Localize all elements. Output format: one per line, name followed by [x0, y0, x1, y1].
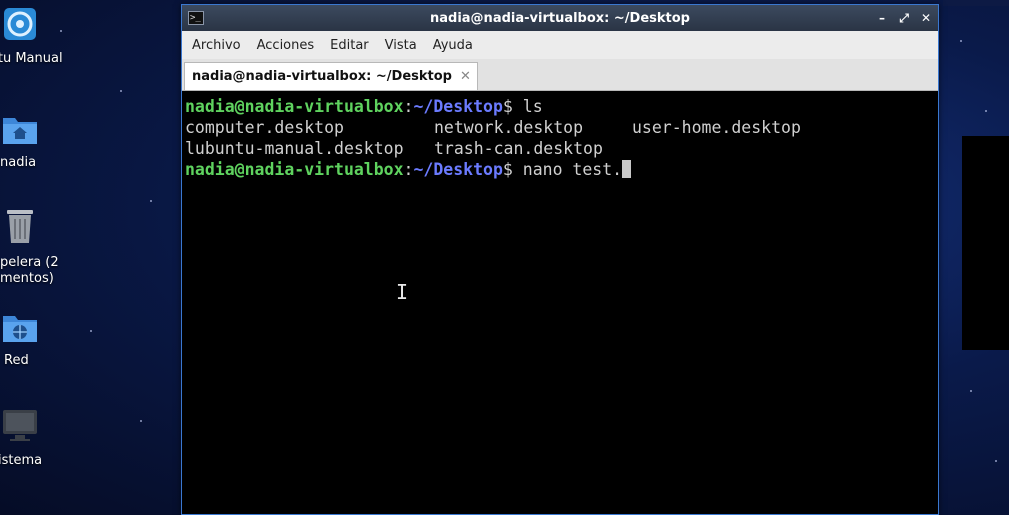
star — [960, 40, 962, 42]
prompt-path: ~/Desktop — [413, 160, 503, 179]
menu-bar: Archivo Acciones Editar Vista Ayuda — [182, 31, 938, 59]
prompt-separator: : — [403, 97, 414, 116]
desktop-icon-label: nadia — [0, 155, 37, 170]
star — [60, 30, 62, 32]
tab-bar: nadia@nadia-virtualbox: ~/Desktop ✕ — [182, 59, 938, 91]
command-text: ls — [512, 97, 543, 116]
window-title: nadia@nadia-virtualbox: ~/Desktop — [430, 10, 690, 26]
star — [90, 330, 92, 332]
background-window-edge — [962, 136, 1009, 350]
star — [120, 90, 122, 92]
terminal-line: lubuntu-manual.desktop trash-can.desktop — [185, 138, 935, 159]
terminal-app-icon: >_ — [188, 11, 204, 25]
menu-ayuda[interactable]: Ayuda — [427, 38, 479, 53]
trash-icon — [7, 210, 33, 243]
computer-icon — [3, 410, 37, 441]
terminal-output[interactable]: nadia@nadia-virtualbox:~/Desktop$ ls com… — [182, 92, 938, 514]
minimize-button[interactable]: – — [876, 11, 888, 25]
desktop-icon-label: pelera (2 — [0, 255, 59, 270]
home-folder-icon — [3, 118, 37, 144]
menu-archivo[interactable]: Archivo — [186, 38, 247, 53]
file-entry: network.desktop — [434, 118, 584, 137]
terminal-line: computer.desktop network.desktop user-home… — [185, 117, 935, 138]
menu-vista[interactable]: Vista — [379, 38, 423, 53]
file-entry: user-home.desktop — [632, 118, 801, 137]
desktop-icon-network[interactable]: Red — [0, 308, 50, 369]
prompt-user: nadia@nadia-virtualbox — [185, 97, 404, 116]
menu-acciones[interactable]: Acciones — [251, 38, 321, 53]
maximize-button[interactable]: ⤢ — [898, 11, 910, 26]
network-icon — [3, 316, 37, 342]
star — [985, 110, 987, 112]
command-text: nano test. — [512, 160, 623, 179]
file-entry: lubuntu-manual.desktop — [185, 139, 404, 158]
desktop-icon-label: Red — [4, 353, 29, 368]
close-button[interactable]: ✕ — [920, 11, 932, 25]
prompt-user: nadia@nadia-virtualbox — [185, 160, 404, 179]
file-entry: trash-can.desktop — [434, 139, 603, 158]
lubuntu-manual-icon — [4, 8, 36, 40]
menu-editar[interactable]: Editar — [324, 38, 375, 53]
desktop-icon-trash[interactable]: pelera (2 mentos) — [0, 206, 59, 287]
tab-label: nadia@nadia-virtualbox: ~/Desktop — [192, 69, 452, 84]
desktop-icon-label: istema — [0, 453, 43, 468]
desktop-icon-label: mentos) — [0, 271, 54, 286]
prompt-separator: : — [403, 160, 414, 179]
terminal-line: nadia@nadia-virtualbox:~/Desktop$ nano t… — [185, 159, 935, 180]
prompt-path: ~/Desktop — [413, 97, 503, 116]
prompt-symbol: $ — [502, 160, 513, 179]
text-cursor — [622, 160, 632, 178]
tab-close-icon[interactable]: ✕ — [460, 69, 471, 84]
prompt-symbol: $ — [502, 97, 513, 116]
star — [995, 460, 997, 462]
desktop-icon-home[interactable]: nadia — [0, 110, 50, 171]
window-titlebar[interactable]: >_ nadia@nadia-virtualbox: ~/Desktop – ⤢… — [182, 5, 938, 31]
star — [140, 420, 142, 422]
terminal-window[interactable]: >_ nadia@nadia-virtualbox: ~/Desktop – ⤢… — [181, 4, 939, 515]
file-entry: computer.desktop — [185, 118, 344, 137]
desktop-icon-label: ıntu Manual — [0, 51, 63, 66]
star — [150, 200, 152, 202]
tab-terminal[interactable]: nadia@nadia-virtualbox: ~/Desktop ✕ — [184, 62, 478, 90]
star — [970, 390, 972, 392]
desktop-panel-strip — [943, 0, 1009, 6]
terminal-line: nadia@nadia-virtualbox:~/Desktop$ ls — [185, 96, 935, 117]
desktop-background: ıntu Manual nadia pelera (2 mentos) Red — [0, 0, 1009, 515]
desktop-icon-computer[interactable]: istema — [0, 406, 50, 469]
ibeam-cursor-icon: I — [396, 280, 409, 304]
window-controls: – ⤢ ✕ — [876, 5, 932, 31]
desktop-icon-manual[interactable]: ıntu Manual — [0, 6, 63, 67]
